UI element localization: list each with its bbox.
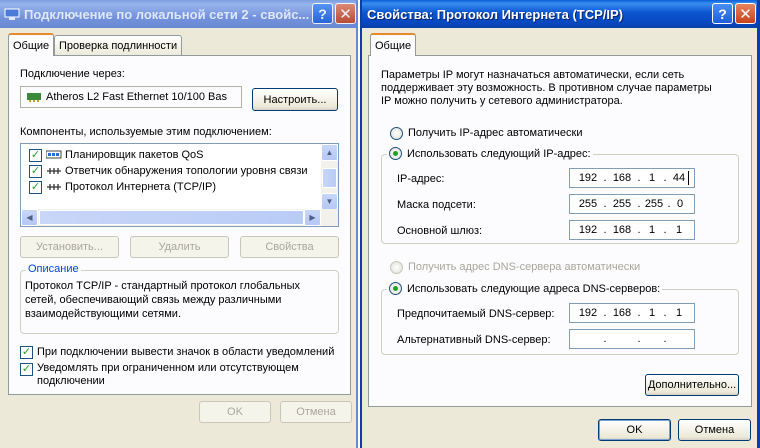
notify-limited-label-line-2[interactable]: подключении	[37, 375, 105, 387]
subnet-label: Маска подсети:	[397, 199, 476, 211]
component-label: Планировщик пакетов QoS	[65, 149, 204, 161]
tcpip-properties-window: Свойства: Протокол Интернета (TCP/IP) ? …	[360, 0, 760, 448]
advanced-button[interactable]: Дополнительно...	[645, 374, 739, 396]
description-legend: Описание	[26, 263, 81, 275]
network-protocol-icon	[46, 166, 62, 176]
auto-dns-radio[interactable]	[390, 261, 403, 274]
ok-button[interactable]: OK	[598, 419, 671, 441]
gateway-label: Основной шлюз:	[397, 225, 483, 237]
scroll-thumb[interactable]	[322, 168, 337, 188]
auto-dns-label[interactable]: Получить адрес DNS-сервера автоматически	[408, 261, 640, 273]
component-checkbox[interactable]: ✓	[29, 180, 42, 194]
list-item[interactable]: ✓ Протокол Интернета (TCP/IP)	[29, 179, 216, 195]
preferred-dns-label: Предпочитаемый DNS-сервер:	[397, 308, 555, 320]
components-list[interactable]: ✓ Планировщик пакетов QoS ✓ Ответчик обн…	[20, 143, 339, 227]
manual-dns-radio[interactable]	[389, 282, 402, 295]
components-label: Компоненты, используемые этим подключени…	[20, 126, 272, 138]
cancel-button[interactable]: Отмена	[280, 401, 352, 423]
description-line-1: Протокол TCP/IP - стандартный протокол г…	[25, 280, 300, 292]
ip-address-label: IP-адрес:	[397, 173, 445, 185]
ok-button[interactable]: OK	[199, 401, 271, 423]
window-icon	[4, 7, 20, 21]
scroll-up-arrow-icon[interactable]: ▲	[321, 144, 338, 161]
auto-ip-label[interactable]: Получить IP-адрес автоматически	[408, 127, 582, 139]
title-bar[interactable]: Подключение по локальной сети 2 - свойс.…	[0, 0, 356, 28]
horizontal-scrollbar[interactable]: ◀ ▶	[21, 209, 338, 226]
notify-icon-label[interactable]: При подключении вывести значок в области…	[37, 346, 334, 358]
intro-line-3: IP можно получить у сетевого администрат…	[381, 95, 623, 107]
subnet-mask-field[interactable]: 255 . 255 . 255 . 0	[569, 194, 695, 214]
tab-authentication[interactable]: Проверка подлинности	[54, 35, 183, 56]
manual-ip-radio[interactable]	[389, 147, 402, 160]
close-button[interactable]: ✕	[335, 3, 356, 24]
properties-button[interactable]: Свойства	[240, 236, 339, 258]
gateway-field[interactable]: 192 . 168 . 1 . 1	[569, 220, 695, 240]
component-label: Протокол Интернета (TCP/IP)	[65, 181, 217, 193]
manual-dns-label[interactable]: Использовать следующие адреса DNS-сервер…	[407, 283, 660, 295]
network-protocol-icon	[46, 182, 62, 192]
help-button[interactable]: ?	[312, 3, 333, 24]
scroll-left-arrow-icon[interactable]: ◀	[21, 209, 38, 226]
notify-limited-checkbox[interactable]: ✓	[20, 363, 33, 376]
configure-button[interactable]: Настроить...	[252, 88, 338, 111]
qos-icon	[45, 150, 62, 160]
tab-general[interactable]: Общие	[8, 33, 55, 56]
manual-dns-legend: Использовать следующие адреса DNS-сервер…	[387, 282, 663, 295]
auto-ip-radio[interactable]	[390, 127, 403, 140]
install-button[interactable]: Установить...	[20, 236, 119, 258]
window-title: Свойства: Протокол Интернета (TCP/IP)	[367, 6, 623, 22]
ip-address-field[interactable]: 192 . 168 . 1 . 44	[569, 168, 695, 188]
manual-ip-legend: Использовать следующий IP-адрес:	[387, 147, 593, 160]
intro-line-2: поддерживает эту возможность. В противно…	[381, 82, 712, 94]
notify-limited-label-line-1[interactable]: Уведомлять при ограниченном или отсутств…	[37, 362, 299, 374]
preferred-dns-field[interactable]: 192 . 168 . 1 . 1	[569, 303, 695, 323]
description-line-2: сетей, обеспечивающий связь между различ…	[25, 294, 282, 306]
text-cursor	[688, 171, 689, 185]
connection-properties-window: Подключение по локальной сети 2 - свойс.…	[0, 0, 358, 448]
list-item[interactable]: ✓ Ответчик обнаружения топологии уровня …	[29, 163, 308, 179]
vertical-scrollbar[interactable]: ▲ ▼	[321, 144, 338, 210]
general-tab-panel: Подключение через: Atheros L2 Fast Ether…	[8, 55, 351, 395]
alternate-dns-label: Альтернативный DNS-сервер:	[397, 334, 551, 346]
intro-line-1: Параметры IP могут назначаться автоматич…	[381, 69, 685, 81]
connect-via-label: Подключение через:	[20, 68, 125, 80]
scroll-right-arrow-icon[interactable]: ▶	[304, 209, 321, 226]
scroll-down-arrow-icon[interactable]: ▼	[321, 193, 338, 210]
general-tab-panel: Параметры IP могут назначаться автоматич…	[368, 55, 752, 407]
component-checkbox[interactable]: ✓	[29, 164, 42, 178]
help-button[interactable]: ?	[712, 3, 733, 24]
remove-button[interactable]: Удалить	[130, 236, 229, 258]
list-item[interactable]: ✓ Планировщик пакетов QoS	[29, 147, 204, 163]
network-adapter-icon	[26, 91, 42, 103]
cancel-button[interactable]: Отмена	[678, 419, 751, 441]
tab-general[interactable]: Общие	[370, 33, 417, 56]
description-line-3: взаимодействующими сетями.	[25, 308, 182, 320]
manual-ip-label[interactable]: Использовать следующий IP-адрес:	[407, 148, 591, 160]
adapter-box: Atheros L2 Fast Ethernet 10/100 Bas	[20, 86, 242, 108]
scroll-thumb-horizontal[interactable]	[39, 210, 304, 225]
close-button[interactable]: ✕	[735, 3, 756, 24]
component-checkbox[interactable]: ✓	[29, 148, 42, 162]
notify-icon-checkbox[interactable]: ✓	[20, 346, 33, 359]
alternate-dns-field[interactable]: . . .	[569, 329, 695, 349]
adapter-name: Atheros L2 Fast Ethernet 10/100 Bas	[46, 91, 228, 103]
component-label: Ответчик обнаружения топологии уровня св…	[65, 165, 308, 177]
title-bar[interactable]: Свойства: Протокол Интернета (TCP/IP)	[362, 0, 757, 28]
window-title: Подключение по локальной сети 2 - свойс.…	[24, 6, 310, 22]
